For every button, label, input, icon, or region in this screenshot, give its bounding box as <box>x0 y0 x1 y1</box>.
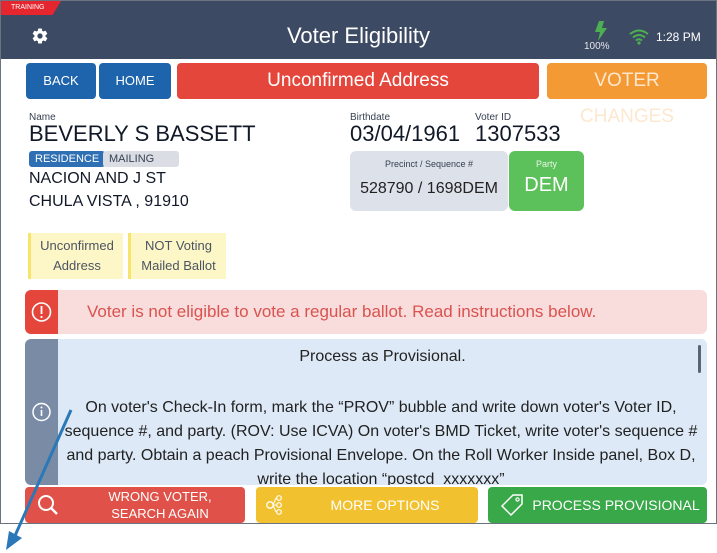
alert-icon-strip <box>25 290 58 334</box>
instructions-panel[interactable]: Process as Provisional. On voter's Check… <box>25 339 707 485</box>
training-ribbon: TRAINING <box>1 1 61 15</box>
instructions-heading: Process as Provisional. <box>299 348 466 365</box>
chip-line-1: Unconfirmed <box>40 238 114 253</box>
back-button[interactable]: BACK <box>26 63 96 99</box>
voter-changes-button[interactable]: VOTER CHANGES <box>547 63 707 127</box>
more-options-label: MORE OPTIONS <box>330 497 440 513</box>
options-icon <box>266 495 282 515</box>
info-icon <box>32 402 51 422</box>
instructions-scrollbar[interactable] <box>698 345 701 373</box>
clock-time: 1:28 PM <box>656 30 701 44</box>
chip-line-2: Mailed Ballot <box>141 258 216 273</box>
wifi-icon <box>629 29 649 45</box>
wrong-voter-button[interactable]: WRONG VOTER, SEARCH AGAIN <box>25 487 245 523</box>
tag-icon <box>500 494 523 517</box>
precinct-box: Precinct / Sequence # 528790 / 1698DEM <box>350 151 508 211</box>
alert-text: Voter is not eligible to vote a regular … <box>87 302 597 321</box>
status-banner: Unconfirmed Address <box>177 63 539 99</box>
voter-name: BEVERLY S BASSETT <box>29 121 256 146</box>
wrong-voter-line-2: SEARCH AGAIN <box>111 506 209 521</box>
exclamation-icon <box>31 302 52 322</box>
party-value: DEM <box>524 174 569 196</box>
party-box: Party DEM <box>509 151 584 211</box>
eligibility-alert: Voter is not eligible to vote a regular … <box>25 290 707 334</box>
unconfirmed-address-chip: Unconfirmed Address <box>28 233 123 279</box>
search-icon <box>38 495 58 515</box>
chip-line-2: Address <box>53 258 101 273</box>
process-provisional-label: PROCESS PROVISIONAL <box>532 497 700 513</box>
voter-id-value: 1307533 <box>475 121 561 146</box>
precinct-value: 528790 / 1698DEM <box>360 180 498 197</box>
app-window: TRAINING Voter Eligibility 100% 1:28 PM … <box>0 0 717 524</box>
wrong-voter-line-1: WRONG VOTER, <box>108 489 212 504</box>
battery-charging-icon <box>595 21 607 41</box>
birthdate-value: 03/04/1961 <box>350 121 461 146</box>
chip-line-1: NOT Voting <box>145 238 212 253</box>
header-bar: TRAINING Voter Eligibility 100% 1:28 PM <box>1 1 716 59</box>
residence-tab[interactable]: RESIDENCE <box>29 151 106 167</box>
battery-percent: 100% <box>584 41 610 52</box>
more-options-button[interactable]: MORE OPTIONS <box>256 487 478 523</box>
address-line-2: CHULA VISTA , 91910 <box>29 193 189 210</box>
process-provisional-button[interactable]: PROCESS PROVISIONAL <box>488 487 707 523</box>
not-voting-mailed-chip: NOT Voting Mailed Ballot <box>128 233 226 279</box>
instructions-body: On voter's Check-In form, mark the “PROV… <box>64 399 698 485</box>
mailing-tab[interactable]: MAILING <box>103 151 179 167</box>
info-icon-strip <box>25 339 58 485</box>
home-button[interactable]: HOME <box>99 63 171 99</box>
address-line-1: NACION AND J ST <box>29 170 166 187</box>
party-label: Party <box>535 159 557 169</box>
precinct-label: Precinct / Sequence # <box>384 159 474 169</box>
